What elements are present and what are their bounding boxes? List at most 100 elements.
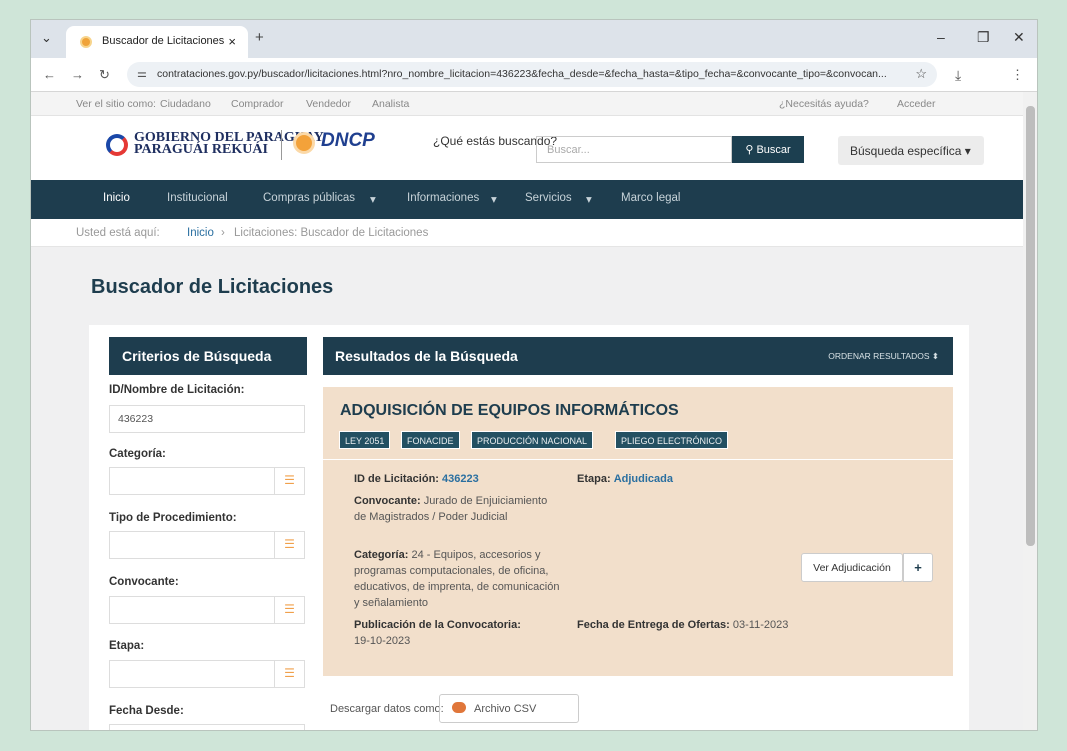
list-picker-icon[interactable]: ☰ (274, 660, 304, 688)
restore-icon[interactable]: ❐ (977, 29, 990, 46)
dncp-logo[interactable]: DNCP (293, 130, 413, 160)
nav-servicios[interactable]: Servicios (525, 192, 572, 204)
categoria-field: Categoría: 24 - Equipos, accesorios y pr… (354, 547, 564, 611)
fecha-desde-input[interactable] (109, 724, 305, 730)
tipo-procedimiento-select[interactable]: ☰ (109, 531, 305, 559)
nav-compras-publicas[interactable]: Compras públicas (263, 192, 355, 204)
etapa-select[interactable]: ☰ (109, 660, 305, 688)
title-bar: ⌄ Buscador de Licitaciones × + – ❐ ✕ (31, 20, 1037, 58)
search-card: Criterios de Búsqueda ID/Nombre de Licit… (89, 325, 969, 730)
role-vendedor[interactable]: Vendedor (306, 98, 351, 110)
tag-ley: LEY 2051 (339, 431, 391, 449)
result-item: ADQUISICIÓN DE EQUIPOS INFORMÁTICOS LEY … (323, 387, 953, 676)
role-ciudadano[interactable]: Ciudadano (160, 98, 211, 110)
breadcrumb-current: Licitaciones: Buscador de Licitaciones (234, 227, 429, 239)
page-scrollbar[interactable] (1023, 92, 1037, 730)
entrega-field: Fecha de Entrega de Ofertas: 03-11-2023 (577, 617, 792, 633)
search-button[interactable]: ⚲ Buscar (732, 136, 804, 163)
back-icon[interactable]: ← (43, 67, 56, 82)
publicacion-field: Publicación de la Convocatoria: 19-10-20… (354, 617, 564, 649)
caret-down-icon: ▾ (964, 144, 971, 158)
magnifier-icon: ⚲ (745, 144, 754, 156)
convocante-field: Convocante: Jurado de Enjuiciamiento de … (354, 493, 550, 525)
dncp-name: DNCP (321, 130, 375, 151)
specific-search-dropdown[interactable]: Búsqueda específica ▾ (838, 136, 984, 165)
role-analista[interactable]: Analista (372, 98, 409, 110)
login-link[interactable]: Acceder (897, 98, 936, 110)
nav-marco-legal[interactable]: Marco legal (621, 192, 680, 204)
logo-divider (281, 130, 282, 160)
breadcrumb-separator-icon: › (221, 227, 225, 239)
etapa-value: Adjudicada (613, 473, 673, 485)
convocante-label-result: Convocante: (354, 495, 421, 507)
id-licitacion-link[interactable]: 436223 (442, 473, 479, 485)
list-picker-icon[interactable]: ☰ (274, 531, 304, 559)
entrega-label: Fecha de Entrega de Ofertas: (577, 619, 730, 631)
tag-produccion-nacional: PRODUCCIÓN NACIONAL (471, 431, 594, 449)
publicacion-value: 19-10-2023 (354, 635, 411, 647)
forward-icon[interactable]: → (71, 67, 84, 82)
breadcrumb-home[interactable]: Inicio (187, 227, 214, 239)
help-link[interactable]: ¿Necesitás ayuda? (779, 98, 869, 110)
cloud-download-icon (452, 702, 466, 713)
id-licitacion-label: ID de Licitación: (354, 473, 439, 485)
tab-title: Buscador de Licitaciones (102, 35, 225, 47)
page-title: Buscador de Licitaciones (91, 276, 334, 298)
nav-inicio[interactable]: Inicio (103, 192, 130, 204)
web-page: Ver el sitio como: Ciudadano Comprador V… (31, 92, 1023, 730)
categoria-label: Categoría: (109, 448, 166, 460)
address-bar-row: ← → ↻ ⚌ contrataciones.gov.py/buscador/l… (31, 58, 1037, 92)
site-info-icon[interactable]: ⚌ (137, 67, 147, 80)
utility-bar: Ver el sitio como: Ciudadano Comprador V… (31, 92, 1023, 116)
etapa-label-result: Etapa: (577, 473, 611, 485)
download-label: Descargar datos como: (330, 703, 444, 715)
fecha-desde-label: Fecha Desde: (109, 705, 184, 717)
publicacion-label: Publicación de la Convocatoria: (354, 619, 521, 631)
csv-label: Archivo CSV (474, 703, 537, 715)
close-window-icon[interactable]: ✕ (1013, 29, 1025, 46)
url-field[interactable]: ⚌ contrataciones.gov.py/buscador/licitac… (127, 62, 937, 87)
etapa-label: Etapa: (109, 640, 145, 652)
sort-results-dropdown[interactable]: ORDENAR RESULTADOS ⬍ (828, 351, 939, 362)
results-header: Resultados de la Búsqueda ORDENAR RESULT… (323, 337, 953, 375)
bookmark-star-icon[interactable]: ☆ (915, 66, 927, 82)
tag-pliego-electronico: PLIEGO ELECTRÓNICO (615, 431, 729, 449)
breadcrumb-prefix: Usted está aquí: (76, 227, 160, 239)
results-header-title: Resultados de la Búsqueda (335, 348, 518, 364)
close-tab-icon[interactable]: × (228, 34, 236, 49)
result-title[interactable]: ADQUISICIÓN DE EQUIPOS INFORMÁTICOS (340, 402, 679, 420)
etapa-field: Etapa: Adjudicada (577, 471, 673, 487)
search-button-label: Buscar (756, 144, 791, 156)
nav-informaciones[interactable]: Informaciones (407, 192, 479, 204)
reload-icon[interactable]: ↻ (99, 67, 110, 83)
id-label: ID/Nombre de Licitación: (109, 384, 245, 396)
convocante-select[interactable]: ☰ (109, 596, 305, 624)
convocante-label: Convocante: (109, 576, 179, 588)
plus-button[interactable]: + (903, 553, 933, 582)
ver-adjudicacion-button[interactable]: Ver Adjudicación (801, 553, 903, 582)
tab-search-icon[interactable]: ⌄ (41, 30, 52, 46)
download-icon[interactable]: ⤓ (955, 67, 961, 84)
search-placeholder: Buscar... (547, 144, 590, 156)
role-comprador[interactable]: Comprador (231, 98, 284, 110)
entrega-value: 03-11-2023 (732, 619, 789, 631)
nav-institucional[interactable]: Institucional (167, 192, 228, 204)
id-input[interactable]: 436223 (109, 405, 305, 433)
minimize-icon[interactable]: – (937, 29, 945, 45)
seal-icon (106, 134, 128, 156)
list-picker-icon[interactable]: ☰ (274, 467, 304, 495)
list-picker-icon[interactable]: ☰ (274, 596, 304, 624)
view-as-label: Ver el sitio como: (76, 98, 156, 110)
sort-results-label: ORDENAR RESULTADOS (828, 351, 930, 361)
csv-download-button[interactable]: Archivo CSV (439, 694, 579, 723)
new-tab-icon[interactable]: + (255, 29, 264, 46)
main-nav: Inicio Institucional Compras públicas ▾ … (31, 180, 1023, 219)
menu-kebab-icon[interactable]: ⋮ (1011, 67, 1024, 83)
categoria-select[interactable]: ☰ (109, 467, 305, 495)
scrollbar-thumb[interactable] (1026, 106, 1035, 546)
site-header: GOBIERNO DEL PARAGUAY PARAGUÁI REKUÁI DN… (31, 116, 1023, 180)
specific-search-label: Búsqueda específica (850, 144, 962, 158)
id-input-value: 436223 (118, 413, 154, 425)
search-input[interactable]: Buscar... (536, 136, 732, 163)
browser-tab[interactable]: Buscador de Licitaciones × (66, 26, 248, 58)
